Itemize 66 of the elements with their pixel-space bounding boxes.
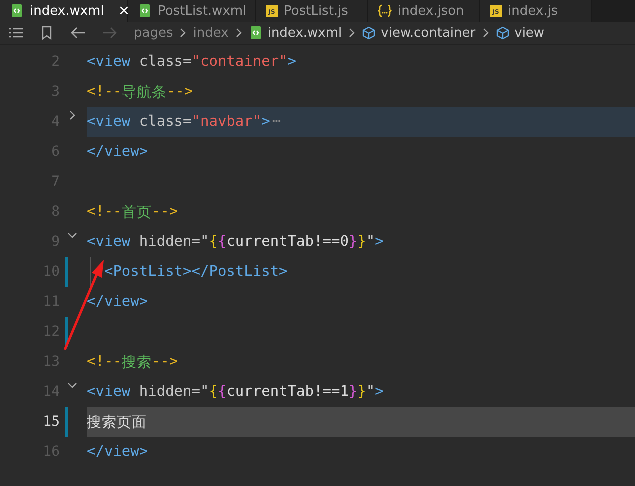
code-token: currentTab!==0 <box>226 234 349 250</box>
code-token: } <box>348 234 358 250</box>
fold-chevron-down-icon[interactable] <box>68 381 77 390</box>
code-token: } <box>348 384 358 400</box>
code-file-icon <box>10 4 24 18</box>
chevron-icon <box>348 28 356 38</box>
code-token: hidden=" <box>138 234 210 250</box>
code-token: { <box>209 384 218 400</box>
code-token: } <box>358 234 366 250</box>
code-token: <!-- <box>87 204 122 220</box>
code-token: { <box>209 234 218 250</box>
code-token: 搜索 <box>122 354 152 372</box>
code-token: 首页 <box>122 204 152 222</box>
bookmark-icon[interactable] <box>40 26 54 40</box>
code-token: { <box>218 234 227 250</box>
chevron-icon <box>234 28 243 38</box>
code-token: --> <box>152 204 178 220</box>
code-file-icon <box>248 26 263 40</box>
list-icon[interactable] <box>8 26 24 40</box>
code-token: " <box>366 234 376 250</box>
code-token: <view <box>87 384 131 400</box>
fold-chevron-right-icon[interactable] <box>68 111 77 120</box>
editor-tab[interactable]: PostList.wxml <box>128 0 256 22</box>
breadcrumb-item[interactable]: view.container <box>362 26 476 40</box>
editor-tab[interactable]: index.json <box>368 0 480 22</box>
code-token: > <box>288 54 297 70</box>
breadcrumb-item[interactable]: pages <box>134 26 174 40</box>
code-token: " <box>366 384 376 400</box>
code-token: 搜索页面 <box>87 414 147 432</box>
fold-chevron-down-icon[interactable] <box>68 231 77 240</box>
code-token: <view <box>87 234 131 250</box>
code-token: <view <box>87 114 131 130</box>
editor-tab[interactable]: index.wxml × <box>0 0 128 22</box>
code-token: currentTab!==1 <box>226 384 349 400</box>
code-token: { <box>218 384 227 400</box>
code-token: <PostList></PostList> <box>103 264 288 280</box>
chevron-icon <box>179 28 188 38</box>
breadcrumb-item[interactable]: index <box>193 26 229 40</box>
code-token: > <box>375 234 384 250</box>
code-token: > <box>375 384 384 400</box>
breadcrumb-item[interactable]: view <box>496 26 545 40</box>
code-token: </view> <box>87 144 148 160</box>
chevron-icon <box>482 28 490 38</box>
cube-icon <box>362 26 376 40</box>
code-token: </view> <box>87 294 148 310</box>
code-token: <!-- <box>87 354 122 370</box>
line-number: 15 <box>42 414 60 430</box>
code-token: --> <box>152 354 178 370</box>
code-token: --> <box>166 84 194 100</box>
code-token: > <box>262 114 270 130</box>
braces-file-icon <box>378 4 392 18</box>
code-token: class= <box>138 114 192 130</box>
code-token: hidden=" <box>138 384 210 400</box>
code-token: 导航条 <box>122 84 167 102</box>
code-token: } <box>358 384 366 400</box>
code-token: <!-- <box>87 84 122 100</box>
breadcrumb-item[interactable]: index.wxml <box>248 26 342 40</box>
close-icon[interactable]: × <box>118 3 130 19</box>
code-token: "container" <box>192 54 288 70</box>
cube-icon <box>496 26 510 40</box>
code-token: class= <box>138 54 192 70</box>
code-token: "navbar" <box>192 114 262 130</box>
code-file-icon <box>138 4 152 18</box>
code-token: <view <box>87 54 131 70</box>
back-arrow-icon[interactable] <box>70 26 86 40</box>
code-token: </view> <box>87 444 148 460</box>
